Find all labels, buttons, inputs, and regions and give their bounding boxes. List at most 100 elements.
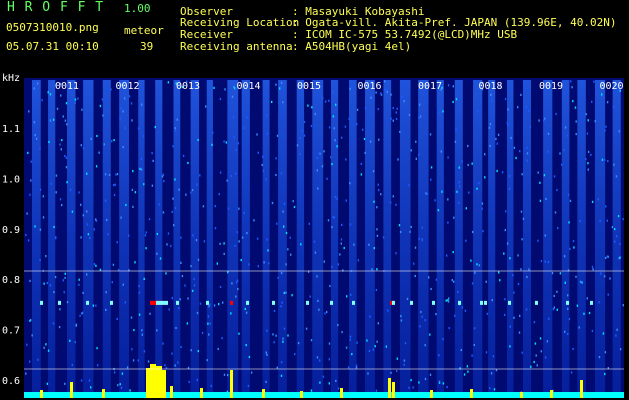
- noise-speck: [392, 119, 394, 122]
- noise-speck: [340, 238, 343, 241]
- noise-speck: [508, 187, 511, 190]
- noise-speck: [124, 126, 126, 130]
- noise-speck: [196, 311, 199, 315]
- noise-speck: [546, 340, 549, 343]
- noise-speck: [604, 372, 606, 376]
- noise-speck: [574, 106, 577, 109]
- noise-speck: [341, 223, 343, 226]
- noise-speck: [447, 156, 449, 159]
- noise-speck: [174, 178, 176, 181]
- noise-speck: [266, 132, 269, 135]
- noise-speck: [448, 297, 450, 300]
- noise-speck: [460, 348, 462, 352]
- noise-speck: [280, 271, 283, 275]
- noise-speck: [175, 129, 177, 132]
- noise-speck: [207, 315, 210, 318]
- noise-speck: [296, 144, 299, 147]
- noise-stripe: [577, 80, 586, 396]
- noise-speck: [392, 195, 394, 198]
- noise-speck: [176, 118, 178, 121]
- noise-stripe: [507, 80, 514, 396]
- level-bar: [70, 382, 73, 398]
- noise-speck: [208, 333, 210, 336]
- noise-speck: [619, 348, 622, 351]
- time-label: 0020: [600, 81, 624, 92]
- noise-speck: [397, 158, 399, 161]
- noise-speck: [435, 278, 438, 281]
- noise-speck: [465, 207, 467, 210]
- noise-speck: [52, 322, 55, 325]
- noise-speck: [519, 314, 521, 317]
- noise-stripe: [278, 80, 287, 396]
- noise-speck: [120, 216, 122, 219]
- noise-speck: [137, 359, 139, 362]
- noise-speck: [114, 183, 116, 186]
- noise-speck: [614, 228, 616, 231]
- noise-speck: [31, 334, 33, 337]
- noise-speck: [341, 331, 343, 334]
- noise-speck: [266, 329, 268, 332]
- noise-speck: [39, 147, 41, 150]
- noise-speck: [569, 199, 572, 202]
- noise-speck: [467, 144, 469, 148]
- noise-speck: [579, 219, 581, 222]
- noise-speck: [233, 87, 236, 90]
- noise-speck: [536, 364, 538, 367]
- noise-speck: [350, 293, 352, 296]
- noise-speck: [55, 236, 57, 239]
- noise-speck: [141, 103, 143, 106]
- noise-speck: [369, 315, 371, 318]
- noise-speck: [591, 329, 594, 333]
- noise-speck: [526, 159, 528, 162]
- noise-speck: [575, 133, 577, 136]
- noise-speck: [268, 262, 270, 265]
- noise-speck: [568, 318, 571, 321]
- noise-speck: [166, 243, 168, 246]
- noise-speck: [615, 334, 617, 337]
- noise-speck: [131, 119, 133, 122]
- noise-speck: [466, 365, 469, 368]
- noise-speck: [349, 223, 352, 226]
- noise-speck: [345, 158, 347, 161]
- noise-speck: [243, 126, 245, 129]
- noise-speck: [27, 239, 30, 242]
- noise-speck: [314, 251, 317, 254]
- time-label: 0011: [55, 81, 79, 92]
- noise-speck: [294, 353, 296, 356]
- noise-speck: [441, 190, 443, 193]
- noise-speck: [272, 333, 274, 336]
- noise-speck: [237, 288, 239, 291]
- y-tick-label: 0.8: [2, 275, 20, 286]
- noise-speck: [611, 226, 614, 229]
- noise-speck: [529, 126, 531, 129]
- noise-speck: [321, 165, 324, 168]
- meteor-echo: [484, 300, 487, 305]
- noise-speck: [285, 263, 287, 266]
- noise-speck: [403, 100, 405, 103]
- noise-speck: [218, 303, 220, 306]
- noise-speck: [424, 377, 427, 381]
- noise-speck: [602, 332, 605, 335]
- noise-speck: [458, 166, 460, 169]
- noise-speck: [520, 268, 522, 271]
- noise-speck: [533, 360, 535, 364]
- noise-speck: [282, 337, 284, 340]
- noise-speck: [171, 210, 173, 213]
- noise-speck: [81, 312, 83, 315]
- noise-speck: [537, 239, 539, 242]
- noise-speck: [429, 133, 432, 136]
- noise-speck: [257, 265, 259, 268]
- noise-speck: [455, 98, 458, 101]
- noise-speck: [400, 319, 403, 322]
- noise-speck: [45, 255, 47, 258]
- noise-speck: [461, 160, 463, 163]
- noise-speck: [64, 119, 67, 122]
- noise-speck: [180, 345, 182, 349]
- noise-speck: [156, 252, 158, 255]
- noise-speck: [95, 304, 97, 307]
- noise-speck: [245, 311, 248, 314]
- noise-speck: [267, 249, 269, 252]
- noise-speck: [158, 203, 160, 206]
- noise-speck: [33, 121, 36, 124]
- noise-speck: [218, 193, 220, 196]
